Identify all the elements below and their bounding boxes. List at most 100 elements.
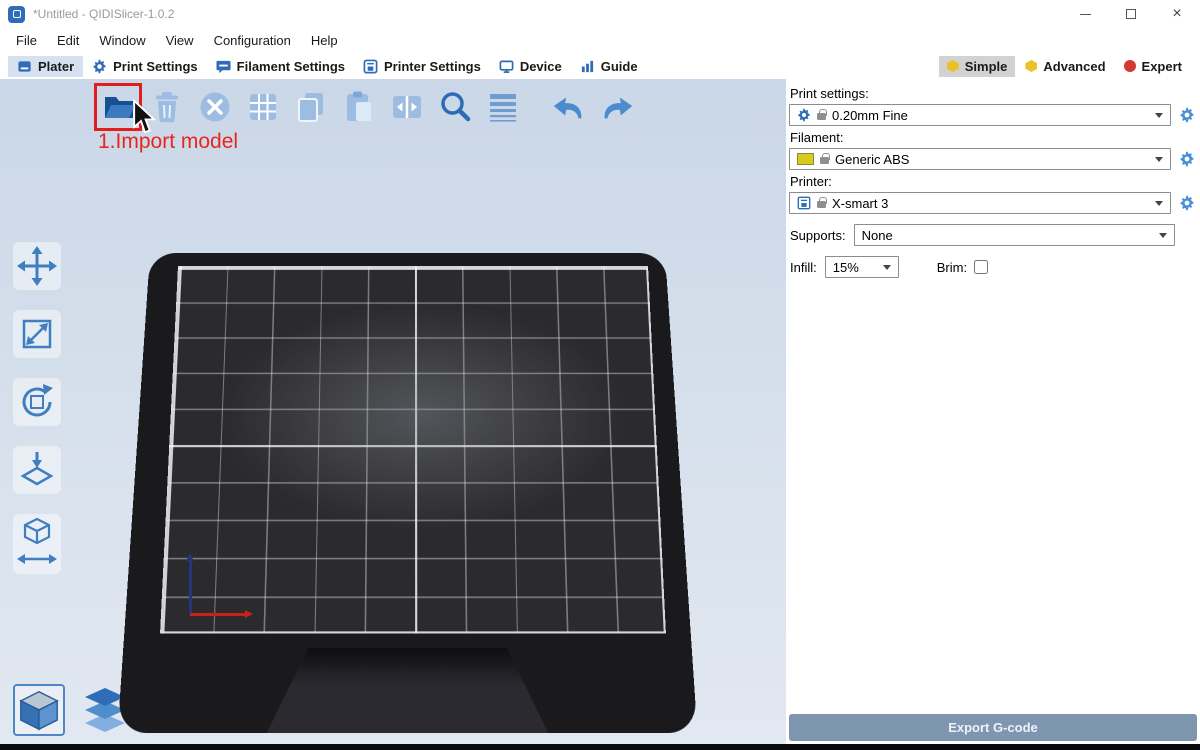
export-gcode-button[interactable]: Export G-code bbox=[789, 714, 1197, 741]
redo-icon bbox=[598, 89, 636, 125]
lock-icon bbox=[817, 201, 826, 208]
print-settings-combo[interactable]: 0.20mm Fine bbox=[789, 104, 1171, 126]
settings-sidebar: Print settings: 0.20mm Fine Filament: Ge… bbox=[786, 79, 1200, 744]
copy-button[interactable] bbox=[292, 88, 330, 126]
3d-view-cube-icon bbox=[16, 687, 62, 733]
menu-view[interactable]: View bbox=[156, 30, 204, 51]
print-settings-label: Print settings: bbox=[790, 86, 1195, 101]
brim-label: Brim: bbox=[937, 260, 967, 275]
lock-icon bbox=[817, 113, 826, 120]
build-plate-grid[interactable] bbox=[160, 266, 666, 634]
device-icon bbox=[499, 59, 514, 74]
lock-icon bbox=[820, 157, 829, 164]
measure-icon bbox=[15, 516, 59, 572]
x-axis-marker bbox=[190, 613, 246, 616]
advanced-mode-icon bbox=[1025, 60, 1037, 72]
split-to-parts-button[interactable] bbox=[388, 88, 426, 126]
search-button[interactable] bbox=[436, 88, 474, 126]
import-model-button[interactable] bbox=[100, 88, 138, 126]
maximize-icon bbox=[1126, 9, 1136, 19]
scale-icon bbox=[15, 312, 59, 356]
printer-label: Printer: bbox=[790, 174, 1195, 189]
filament-combo[interactable]: Generic ABS bbox=[789, 148, 1171, 170]
gizmo-toolbar bbox=[13, 242, 61, 574]
menu-window[interactable]: Window bbox=[89, 30, 155, 51]
tab-plater[interactable]: Plater bbox=[8, 56, 83, 77]
bottom-edge-bar bbox=[0, 744, 1200, 750]
z-axis-marker bbox=[189, 560, 192, 614]
copy-icon bbox=[293, 89, 329, 125]
expert-mode-icon bbox=[1124, 60, 1136, 72]
measure-tool-button[interactable] bbox=[13, 514, 61, 574]
tab-bar: Plater Print Settings Filament Settings … bbox=[0, 53, 1200, 79]
rotate-tool-button[interactable] bbox=[13, 378, 61, 426]
printer-icon bbox=[797, 196, 811, 210]
printer-combo[interactable]: X-smart 3 bbox=[789, 192, 1171, 214]
menu-bar: File Edit Window View Configuration Help bbox=[0, 28, 1200, 53]
brim-checkbox[interactable] bbox=[974, 260, 988, 274]
supports-label: Supports: bbox=[790, 228, 846, 243]
3d-editor-view-button[interactable] bbox=[13, 684, 65, 736]
arrange-icon bbox=[245, 89, 281, 125]
app-logo-icon bbox=[8, 6, 25, 23]
menu-file[interactable]: File bbox=[6, 30, 47, 51]
close-button[interactable]: × bbox=[1154, 0, 1200, 28]
infill-combo[interactable]: 15% bbox=[825, 256, 899, 278]
supports-combo[interactable]: None bbox=[854, 224, 1175, 246]
plater-icon bbox=[17, 59, 32, 74]
move-icon bbox=[15, 244, 59, 288]
paste-icon bbox=[341, 89, 377, 125]
view-switcher bbox=[13, 684, 131, 736]
cursor-icon bbox=[127, 99, 163, 135]
variable-layer-height-button[interactable] bbox=[484, 88, 522, 126]
menu-help[interactable]: Help bbox=[301, 30, 348, 51]
tab-printer-settings[interactable]: Printer Settings bbox=[354, 56, 490, 77]
paste-button[interactable] bbox=[340, 88, 378, 126]
chevron-down-icon bbox=[1159, 233, 1167, 238]
delete-all-button[interactable] bbox=[196, 88, 234, 126]
filament-label: Filament: bbox=[790, 130, 1195, 145]
print-settings-gear-button[interactable] bbox=[1178, 107, 1195, 124]
move-tool-button[interactable] bbox=[13, 242, 61, 290]
place-on-face-icon bbox=[15, 448, 59, 492]
rotate-icon bbox=[15, 380, 59, 424]
place-on-face-tool-button[interactable] bbox=[13, 446, 61, 494]
printer-gear-button[interactable] bbox=[1178, 195, 1195, 212]
gear-icon bbox=[1179, 107, 1195, 123]
3d-viewport[interactable]: 1.Import model bbox=[0, 79, 786, 744]
filament-icon bbox=[216, 59, 231, 74]
mode-simple[interactable]: Simple bbox=[939, 56, 1016, 77]
mode-advanced[interactable]: Advanced bbox=[1017, 56, 1113, 77]
variable-layer-height-icon bbox=[485, 89, 521, 125]
filament-color-swatch bbox=[797, 153, 814, 165]
tab-print-settings[interactable]: Print Settings bbox=[83, 56, 207, 77]
menu-configuration[interactable]: Configuration bbox=[204, 30, 301, 51]
tab-filament-settings[interactable]: Filament Settings bbox=[207, 56, 354, 77]
chevron-down-icon bbox=[1155, 157, 1163, 162]
title-bar: *Untitled - QIDISlicer-1.0.2 × bbox=[0, 0, 1200, 28]
gear-icon bbox=[797, 108, 811, 122]
gear-icon bbox=[1179, 151, 1195, 167]
menu-edit[interactable]: Edit bbox=[47, 30, 89, 51]
viewport-toolbar bbox=[100, 88, 636, 126]
maximize-button[interactable] bbox=[1108, 0, 1154, 28]
gear-icon bbox=[1179, 195, 1195, 211]
filament-gear-button[interactable] bbox=[1178, 151, 1195, 168]
tab-guide[interactable]: Guide bbox=[571, 56, 647, 77]
chevron-down-icon bbox=[1155, 113, 1163, 118]
chevron-down-icon bbox=[1155, 201, 1163, 206]
bed-handle-notch bbox=[267, 648, 549, 733]
infill-label: Infill: bbox=[790, 260, 817, 275]
gear-icon bbox=[92, 59, 107, 74]
scale-tool-button[interactable] bbox=[13, 310, 61, 358]
delete-all-icon bbox=[197, 89, 233, 125]
undo-button[interactable] bbox=[550, 88, 588, 126]
split-to-parts-icon bbox=[389, 89, 425, 125]
minimize-icon bbox=[1080, 14, 1091, 15]
tab-device[interactable]: Device bbox=[490, 56, 571, 77]
mode-switcher: Simple Advanced Expert bbox=[939, 56, 1190, 77]
arrange-button[interactable] bbox=[244, 88, 282, 126]
redo-button[interactable] bbox=[598, 88, 636, 126]
mode-expert[interactable]: Expert bbox=[1116, 56, 1190, 77]
minimize-button[interactable] bbox=[1062, 0, 1108, 28]
